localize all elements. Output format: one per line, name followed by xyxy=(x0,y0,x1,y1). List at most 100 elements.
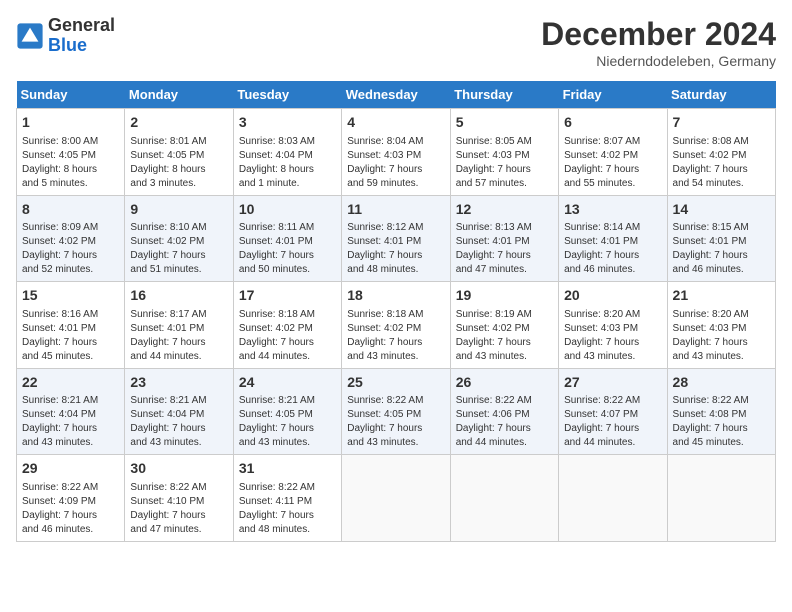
day-info: Sunrise: 8:05 AMSunset: 4:03 PMDaylight:… xyxy=(456,135,553,191)
day-info: Sunrise: 8:21 AMSunset: 4:04 PMDaylight:… xyxy=(22,394,119,450)
calendar-cell: 18Sunrise: 8:18 AMSunset: 4:02 PMDayligh… xyxy=(342,282,450,369)
day-number: 5 xyxy=(456,113,553,133)
calendar-cell xyxy=(559,455,667,542)
day-number: 7 xyxy=(673,113,770,133)
calendar-week-2: 8Sunrise: 8:09 AMSunset: 4:02 PMDaylight… xyxy=(17,195,776,282)
calendar-cell: 1Sunrise: 8:00 AMSunset: 4:05 PMDaylight… xyxy=(17,109,125,196)
header-sunday: Sunday xyxy=(17,81,125,109)
calendar-cell: 7Sunrise: 8:08 AMSunset: 4:02 PMDaylight… xyxy=(667,109,775,196)
calendar-cell: 10Sunrise: 8:11 AMSunset: 4:01 PMDayligh… xyxy=(233,195,341,282)
calendar-cell: 17Sunrise: 8:18 AMSunset: 4:02 PMDayligh… xyxy=(233,282,341,369)
day-info: Sunrise: 8:22 AMSunset: 4:08 PMDaylight:… xyxy=(673,394,770,450)
location-title: Niederndodeleben, Germany xyxy=(541,53,776,69)
day-info: Sunrise: 8:07 AMSunset: 4:02 PMDaylight:… xyxy=(564,135,661,191)
calendar-cell: 26Sunrise: 8:22 AMSunset: 4:06 PMDayligh… xyxy=(450,368,558,455)
day-info: Sunrise: 8:14 AMSunset: 4:01 PMDaylight:… xyxy=(564,221,661,277)
calendar-cell: 23Sunrise: 8:21 AMSunset: 4:04 PMDayligh… xyxy=(125,368,233,455)
calendar-week-1: 1Sunrise: 8:00 AMSunset: 4:05 PMDaylight… xyxy=(17,109,776,196)
header-tuesday: Tuesday xyxy=(233,81,341,109)
day-info: Sunrise: 8:22 AMSunset: 4:06 PMDaylight:… xyxy=(456,394,553,450)
title-area: December 2024 Niederndodeleben, Germany xyxy=(541,16,776,69)
calendar-cell: 29Sunrise: 8:22 AMSunset: 4:09 PMDayligh… xyxy=(17,455,125,542)
day-info: Sunrise: 8:11 AMSunset: 4:01 PMDaylight:… xyxy=(239,221,336,277)
day-info: Sunrise: 8:12 AMSunset: 4:01 PMDaylight:… xyxy=(347,221,444,277)
day-number: 20 xyxy=(564,286,661,306)
day-number: 2 xyxy=(130,113,227,133)
calendar-cell xyxy=(342,455,450,542)
logo-icon xyxy=(16,22,44,50)
calendar-cell: 9Sunrise: 8:10 AMSunset: 4:02 PMDaylight… xyxy=(125,195,233,282)
calendar-cell: 27Sunrise: 8:22 AMSunset: 4:07 PMDayligh… xyxy=(559,368,667,455)
day-info: Sunrise: 8:19 AMSunset: 4:02 PMDaylight:… xyxy=(456,308,553,364)
day-number: 21 xyxy=(673,286,770,306)
calendar-table: SundayMondayTuesdayWednesdayThursdayFrid… xyxy=(16,81,776,542)
logo: General Blue xyxy=(16,16,115,56)
day-info: Sunrise: 8:16 AMSunset: 4:01 PMDaylight:… xyxy=(22,308,119,364)
calendar-cell: 30Sunrise: 8:22 AMSunset: 4:10 PMDayligh… xyxy=(125,455,233,542)
calendar-cell: 24Sunrise: 8:21 AMSunset: 4:05 PMDayligh… xyxy=(233,368,341,455)
day-number: 16 xyxy=(130,286,227,306)
day-number: 26 xyxy=(456,373,553,393)
day-number: 10 xyxy=(239,200,336,220)
day-number: 17 xyxy=(239,286,336,306)
logo-line2: Blue xyxy=(48,36,115,56)
calendar-cell: 20Sunrise: 8:20 AMSunset: 4:03 PMDayligh… xyxy=(559,282,667,369)
day-number: 18 xyxy=(347,286,444,306)
day-info: Sunrise: 8:13 AMSunset: 4:01 PMDaylight:… xyxy=(456,221,553,277)
header-friday: Friday xyxy=(559,81,667,109)
calendar-cell: 5Sunrise: 8:05 AMSunset: 4:03 PMDaylight… xyxy=(450,109,558,196)
calendar-cell: 13Sunrise: 8:14 AMSunset: 4:01 PMDayligh… xyxy=(559,195,667,282)
day-info: Sunrise: 8:01 AMSunset: 4:05 PMDaylight:… xyxy=(130,135,227,191)
calendar-week-5: 29Sunrise: 8:22 AMSunset: 4:09 PMDayligh… xyxy=(17,455,776,542)
logo-line1: General xyxy=(48,16,115,36)
calendar-cell: 25Sunrise: 8:22 AMSunset: 4:05 PMDayligh… xyxy=(342,368,450,455)
day-number: 31 xyxy=(239,459,336,479)
day-info: Sunrise: 8:17 AMSunset: 4:01 PMDaylight:… xyxy=(130,308,227,364)
day-info: Sunrise: 8:20 AMSunset: 4:03 PMDaylight:… xyxy=(673,308,770,364)
day-number: 1 xyxy=(22,113,119,133)
calendar-header-row: SundayMondayTuesdayWednesdayThursdayFrid… xyxy=(17,81,776,109)
header-wednesday: Wednesday xyxy=(342,81,450,109)
day-info: Sunrise: 8:10 AMSunset: 4:02 PMDaylight:… xyxy=(130,221,227,277)
day-number: 23 xyxy=(130,373,227,393)
day-info: Sunrise: 8:03 AMSunset: 4:04 PMDaylight:… xyxy=(239,135,336,191)
day-info: Sunrise: 8:18 AMSunset: 4:02 PMDaylight:… xyxy=(239,308,336,364)
day-info: Sunrise: 8:20 AMSunset: 4:03 PMDaylight:… xyxy=(564,308,661,364)
day-number: 13 xyxy=(564,200,661,220)
day-number: 4 xyxy=(347,113,444,133)
day-number: 12 xyxy=(456,200,553,220)
calendar-week-3: 15Sunrise: 8:16 AMSunset: 4:01 PMDayligh… xyxy=(17,282,776,369)
day-number: 22 xyxy=(22,373,119,393)
day-info: Sunrise: 8:22 AMSunset: 4:09 PMDaylight:… xyxy=(22,481,119,537)
day-info: Sunrise: 8:22 AMSunset: 4:05 PMDaylight:… xyxy=(347,394,444,450)
day-number: 28 xyxy=(673,373,770,393)
day-number: 6 xyxy=(564,113,661,133)
calendar-cell: 15Sunrise: 8:16 AMSunset: 4:01 PMDayligh… xyxy=(17,282,125,369)
calendar-cell: 16Sunrise: 8:17 AMSunset: 4:01 PMDayligh… xyxy=(125,282,233,369)
calendar-cell: 8Sunrise: 8:09 AMSunset: 4:02 PMDaylight… xyxy=(17,195,125,282)
calendar-cell: 3Sunrise: 8:03 AMSunset: 4:04 PMDaylight… xyxy=(233,109,341,196)
day-info: Sunrise: 8:22 AMSunset: 4:11 PMDaylight:… xyxy=(239,481,336,537)
day-number: 29 xyxy=(22,459,119,479)
calendar-cell: 21Sunrise: 8:20 AMSunset: 4:03 PMDayligh… xyxy=(667,282,775,369)
calendar-cell: 14Sunrise: 8:15 AMSunset: 4:01 PMDayligh… xyxy=(667,195,775,282)
calendar-cell xyxy=(450,455,558,542)
day-info: Sunrise: 8:22 AMSunset: 4:07 PMDaylight:… xyxy=(564,394,661,450)
day-number: 19 xyxy=(456,286,553,306)
calendar-cell: 11Sunrise: 8:12 AMSunset: 4:01 PMDayligh… xyxy=(342,195,450,282)
day-info: Sunrise: 8:18 AMSunset: 4:02 PMDaylight:… xyxy=(347,308,444,364)
calendar-cell: 31Sunrise: 8:22 AMSunset: 4:11 PMDayligh… xyxy=(233,455,341,542)
day-info: Sunrise: 8:09 AMSunset: 4:02 PMDaylight:… xyxy=(22,221,119,277)
calendar-cell: 2Sunrise: 8:01 AMSunset: 4:05 PMDaylight… xyxy=(125,109,233,196)
day-number: 30 xyxy=(130,459,227,479)
day-number: 27 xyxy=(564,373,661,393)
day-number: 25 xyxy=(347,373,444,393)
calendar-cell: 19Sunrise: 8:19 AMSunset: 4:02 PMDayligh… xyxy=(450,282,558,369)
month-title: December 2024 xyxy=(541,16,776,53)
day-info: Sunrise: 8:21 AMSunset: 4:04 PMDaylight:… xyxy=(130,394,227,450)
day-number: 11 xyxy=(347,200,444,220)
calendar-cell: 28Sunrise: 8:22 AMSunset: 4:08 PMDayligh… xyxy=(667,368,775,455)
header-monday: Monday xyxy=(125,81,233,109)
calendar-cell xyxy=(667,455,775,542)
day-info: Sunrise: 8:08 AMSunset: 4:02 PMDaylight:… xyxy=(673,135,770,191)
